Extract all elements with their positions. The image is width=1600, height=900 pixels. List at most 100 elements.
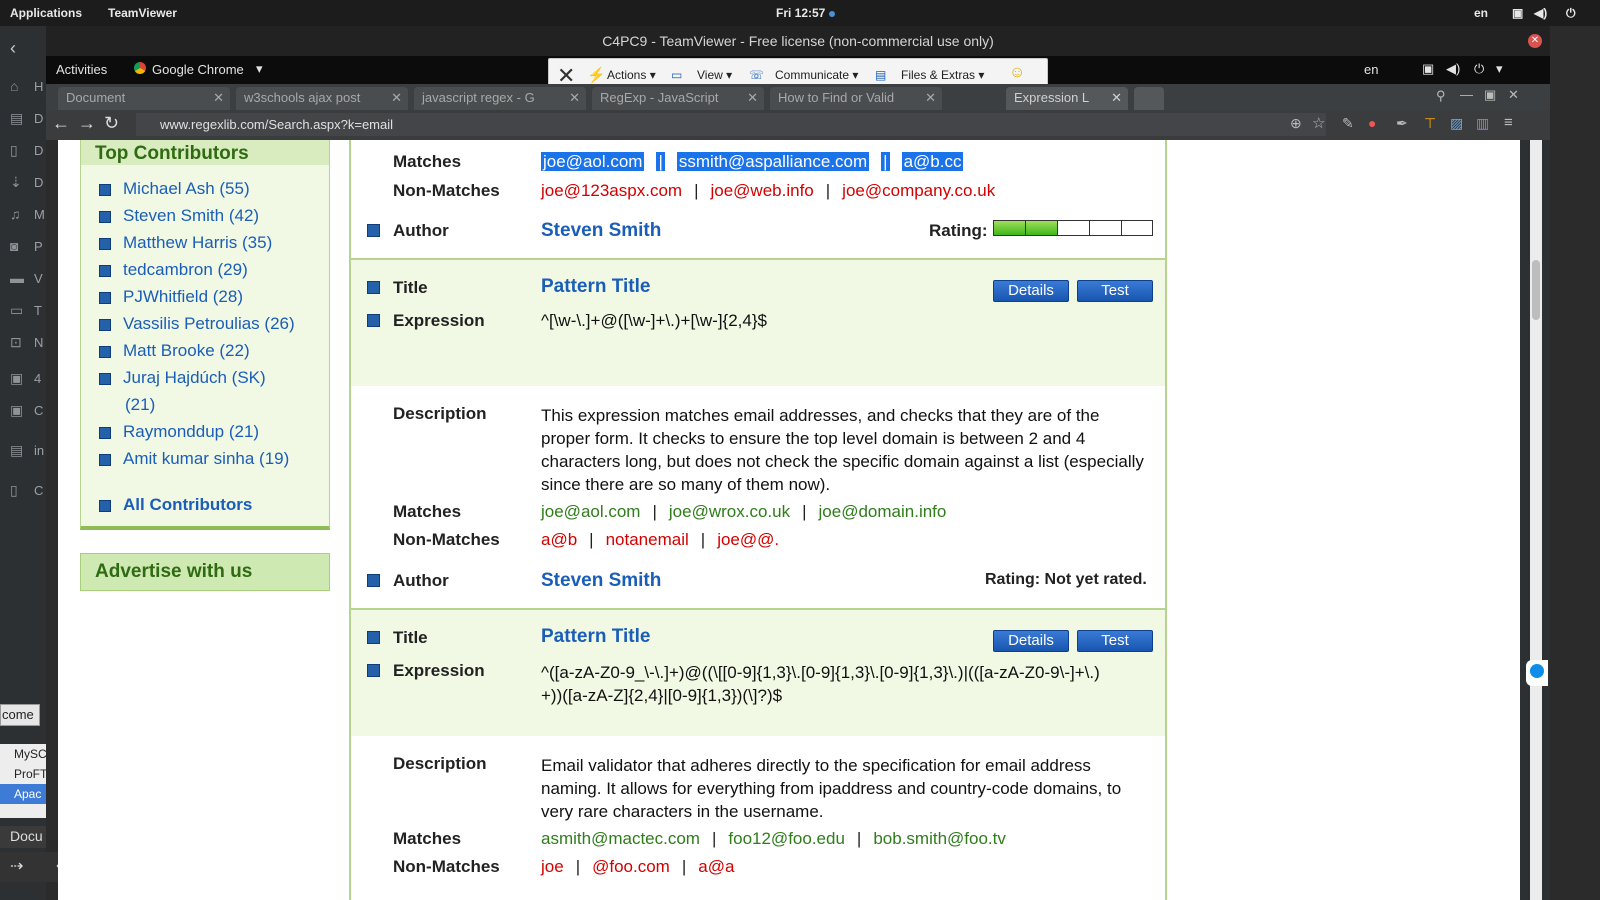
back-icon[interactable]: ← bbox=[52, 113, 70, 134]
pattern-title-link[interactable]: Pattern Title bbox=[541, 626, 650, 648]
host-docu-fragment[interactable]: Docu bbox=[0, 826, 46, 848]
maximize-icon[interactable]: ▣ bbox=[1484, 87, 1496, 103]
non-match-example[interactable]: @foo.com bbox=[592, 857, 670, 876]
tab-how-to-find[interactable]: How to Find or Valid ✕ bbox=[770, 87, 942, 110]
back-arrow-icon[interactable]: ‹ bbox=[10, 38, 36, 58]
download-icon[interactable]: ⇣ D bbox=[10, 174, 43, 194]
eyedropper-icon[interactable]: ✎ bbox=[1342, 115, 1354, 132]
contributor-link[interactable]: Michael Ash (55) bbox=[99, 179, 250, 199]
contributor-link[interactable]: PJWhitfield (28) bbox=[99, 287, 243, 307]
files-extras-menu[interactable]: Files & Extras ▾ bbox=[901, 68, 984, 82]
non-match-example[interactable]: joe@web.info bbox=[710, 181, 813, 200]
match-example[interactable]: ssmith@aspalliance.com bbox=[676, 152, 870, 171]
smiley-icon[interactable]: ☺ bbox=[1009, 64, 1025, 82]
document-icon[interactable]: ▯ D bbox=[10, 142, 43, 162]
clock[interactable]: Fri 12:57 bbox=[776, 6, 836, 20]
non-match-example[interactable]: notanemail bbox=[606, 530, 689, 549]
new-tab-button[interactable] bbox=[1134, 87, 1164, 110]
drive-icon[interactable]: ▣ 4 bbox=[10, 370, 41, 390]
rating-bar[interactable] bbox=[993, 220, 1153, 236]
non-match-example[interactable]: a@a bbox=[698, 857, 734, 876]
list-item[interactable]: MySC bbox=[0, 744, 46, 764]
network-icon[interactable]: ⊡ N bbox=[10, 334, 43, 354]
address-bar[interactable]: www.regexlib.com/Search.aspx?k=email bbox=[136, 113, 1326, 136]
match-example[interactable]: joe@aol.com bbox=[541, 502, 640, 521]
author-link[interactable]: Steven Smith bbox=[541, 570, 661, 592]
power-icon[interactable]: ⏻ bbox=[1474, 61, 1484, 77]
folder-icon[interactable]: ▤ D bbox=[10, 110, 43, 130]
contributor-link-continuation[interactable]: (21) bbox=[125, 395, 155, 415]
advertise-heading[interactable]: Advertise with us bbox=[80, 553, 330, 591]
ruler-icon[interactable]: ⊤ bbox=[1424, 115, 1436, 132]
author-link[interactable]: Steven Smith bbox=[541, 220, 661, 242]
contributor-link[interactable]: Amit kumar sinha (19) bbox=[99, 449, 289, 469]
view-menu[interactable]: View ▾ bbox=[697, 68, 732, 82]
details-button[interactable]: Details bbox=[993, 630, 1069, 652]
home-icon[interactable]: ⌂ H bbox=[10, 78, 43, 98]
contributor-link[interactable]: Vassilis Petroulias (26) bbox=[99, 314, 295, 334]
reload-icon[interactable]: ↻ bbox=[104, 113, 119, 134]
arrow-right-icon[interactable]: ⇢ bbox=[10, 856, 23, 876]
actions-menu[interactable]: Actions ▾ bbox=[607, 68, 656, 82]
match-example[interactable]: a@b.cc bbox=[901, 152, 964, 171]
test-button[interactable]: Test bbox=[1077, 630, 1153, 652]
scrollbar-thumb[interactable] bbox=[1532, 260, 1540, 320]
test-button[interactable]: Test bbox=[1077, 280, 1153, 302]
details-button[interactable]: Details bbox=[993, 280, 1069, 302]
user-icon[interactable]: ⚲ bbox=[1436, 88, 1446, 104]
match-example[interactable]: joe@aol.com bbox=[541, 152, 645, 171]
non-match-example[interactable]: joe bbox=[541, 857, 564, 876]
close-window-icon[interactable]: ✕ bbox=[1508, 87, 1519, 103]
match-example[interactable]: bob.smith@foo.tv bbox=[873, 829, 1006, 848]
teamviewer-side-handle[interactable] bbox=[1526, 660, 1548, 686]
match-example[interactable]: joe@domain.info bbox=[819, 502, 947, 521]
forward-icon[interactable]: → bbox=[78, 113, 96, 134]
disk-icon[interactable]: ▣ C bbox=[10, 402, 43, 422]
power-icon[interactable]: ⏻ bbox=[1566, 6, 1576, 21]
contributor-link[interactable]: Juraj Hajdúch (SK) bbox=[99, 368, 266, 388]
chevron-down-icon[interactable]: ▾ bbox=[1496, 61, 1503, 77]
minimize-icon[interactable]: — bbox=[1460, 87, 1473, 102]
non-match-example[interactable]: joe@company.co.uk bbox=[842, 181, 995, 200]
screen-icon[interactable]: ▣ bbox=[1422, 61, 1434, 77]
color-wheel-icon[interactable]: ● bbox=[1368, 115, 1376, 131]
contributor-link[interactable]: Raymonddup (21) bbox=[99, 422, 259, 442]
language-indicator[interactable]: en bbox=[1474, 6, 1488, 20]
trash-icon[interactable]: ▭ T bbox=[10, 302, 42, 322]
contributor-link[interactable]: Matt Brooke (22) bbox=[99, 341, 250, 361]
grid-icon[interactable]: ▥ bbox=[1476, 115, 1489, 132]
host-window-fragment[interactable]: come bbox=[0, 704, 40, 726]
contributor-link[interactable]: Steven Smith (42) bbox=[99, 206, 259, 226]
match-example[interactable]: joe@wrox.co.uk bbox=[669, 502, 790, 521]
activities-button[interactable]: Activities bbox=[56, 62, 107, 77]
vertical-scrollbar[interactable] bbox=[1530, 140, 1542, 900]
menu-icon[interactable]: ≡ bbox=[1504, 114, 1513, 131]
language-indicator[interactable]: en bbox=[1364, 62, 1378, 77]
contributor-link[interactable]: Matthew Harris (35) bbox=[99, 233, 272, 253]
volume-icon[interactable]: ◀) bbox=[1534, 6, 1547, 20]
camera-icon[interactable]: ◙ P bbox=[10, 238, 43, 258]
image-icon[interactable]: ▨ bbox=[1450, 115, 1463, 132]
active-app-menu[interactable]: TeamViewer bbox=[108, 6, 177, 20]
tab-w3schools[interactable]: w3schools ajax post ✕ bbox=[236, 87, 408, 110]
music-icon[interactable]: ♫ M bbox=[10, 206, 45, 226]
screen-icon[interactable]: ▣ bbox=[1512, 6, 1523, 20]
applications-menu[interactable]: Applications bbox=[10, 6, 82, 20]
zoom-icon[interactable]: ⊕ bbox=[1290, 115, 1302, 132]
folder-icon[interactable]: ▤ in bbox=[10, 442, 44, 462]
close-icon[interactable]: ✕ bbox=[1528, 34, 1542, 48]
tab-expression-library[interactable]: Expression L ✕ bbox=[1006, 87, 1128, 110]
non-match-example[interactable]: a@b bbox=[541, 530, 577, 549]
non-match-example[interactable]: joe@@. bbox=[717, 530, 779, 549]
non-match-example[interactable]: joe@123aspx.com bbox=[541, 181, 682, 200]
tab-javascript-regex[interactable]: javascript regex - G ✕ bbox=[414, 87, 586, 110]
usb-icon[interactable]: ▯ C bbox=[10, 482, 43, 502]
video-icon[interactable]: ▬ V bbox=[10, 270, 43, 290]
tab-document[interactable]: Document ✕ bbox=[58, 87, 230, 110]
match-example[interactable]: foo12@foo.edu bbox=[728, 829, 845, 848]
all-contributors-link[interactable]: All Contributors bbox=[99, 495, 252, 515]
pen-icon[interactable]: ✒ bbox=[1396, 115, 1408, 132]
pattern-title-link[interactable]: Pattern Title bbox=[541, 276, 650, 298]
tab-regexp-javascript[interactable]: RegExp - JavaScript ✕ bbox=[592, 87, 764, 110]
app-menu[interactable]: Google Chrome bbox=[152, 62, 244, 77]
